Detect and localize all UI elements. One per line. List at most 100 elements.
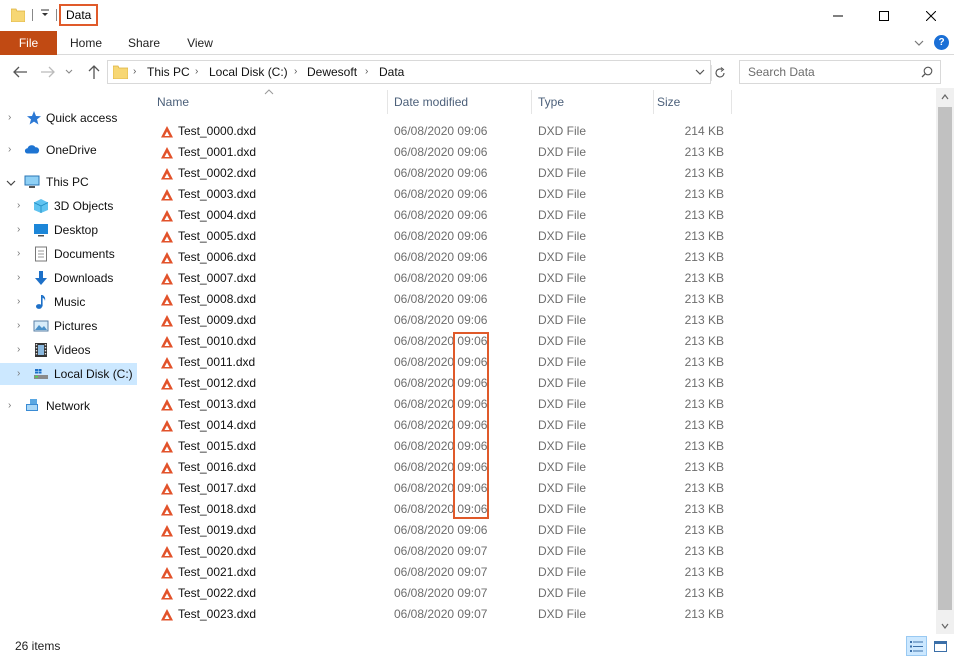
expand-chevron-icon[interactable]: › bbox=[17, 344, 27, 356]
table-row[interactable]: Test_0015.dxd 06/08/2020 09:06 DXD File 213… bbox=[138, 436, 936, 457]
sidebar-item-local-disk[interactable]: › Local Disk (C:) bbox=[0, 363, 137, 385]
sidebar-item-desktop[interactable]: › Desktop bbox=[0, 219, 137, 241]
table-row[interactable]: Test_0007.dxd 06/08/2020 09:06 DXD File 213… bbox=[138, 268, 936, 289]
file-type: DXD File bbox=[538, 208, 587, 222]
help-icon[interactable]: ? bbox=[934, 35, 949, 50]
minimize-button[interactable] bbox=[815, 0, 861, 31]
up-button[interactable] bbox=[84, 63, 104, 81]
table-row[interactable]: Test_0016.dxd 06/08/2020 09:06 DXD File 213… bbox=[138, 457, 936, 478]
file-date-modified: 06/08/2020 09:06 bbox=[394, 439, 488, 453]
refresh-button[interactable] bbox=[711, 65, 728, 81]
table-row[interactable]: Test_0019.dxd 06/08/2020 09:06 DXD File 213… bbox=[138, 520, 936, 541]
sidebar-item-this-pc[interactable]: This PC bbox=[0, 171, 137, 193]
scroll-up-button[interactable] bbox=[936, 88, 954, 105]
breadcrumb-dewesoft[interactable]: Dewesoft bbox=[307, 61, 357, 83]
table-row[interactable]: Test_0010.dxd 06/08/2020 09:06 DXD File 213… bbox=[138, 331, 936, 352]
expand-chevron-icon[interactable]: › bbox=[8, 144, 18, 156]
table-row[interactable]: Test_0004.dxd 06/08/2020 09:06 DXD File 213… bbox=[138, 205, 936, 226]
table-row[interactable]: Test_0023.dxd 06/08/2020 09:07 DXD File 213… bbox=[138, 604, 936, 625]
tab-view[interactable]: View bbox=[178, 31, 222, 55]
table-row[interactable]: Test_0003.dxd 06/08/2020 09:06 DXD File 213… bbox=[138, 184, 936, 205]
title-bar: Data bbox=[0, 0, 954, 31]
table-row[interactable]: Test_0002.dxd 06/08/2020 09:06 DXD File 213… bbox=[138, 163, 936, 184]
file-type: DXD File bbox=[538, 502, 587, 516]
breadcrumb-chevron-icon[interactable]: › bbox=[195, 61, 198, 83]
column-divider[interactable] bbox=[731, 90, 732, 114]
details-view-button[interactable] bbox=[906, 636, 927, 656]
column-header-date[interactable]: Date modified bbox=[375, 88, 531, 116]
expand-chevron-icon[interactable]: › bbox=[8, 112, 18, 124]
sidebar-item-downloads[interactable]: › Downloads bbox=[0, 267, 137, 289]
file-date-modified: 06/08/2020 09:06 bbox=[394, 271, 488, 285]
table-row[interactable]: Test_0013.dxd 06/08/2020 09:06 DXD File 213… bbox=[138, 394, 936, 415]
table-row[interactable]: Test_0018.dxd 06/08/2020 09:06 DXD File 213… bbox=[138, 499, 936, 520]
address-bar[interactable]: › This PC › Local Disk (C:) › Dewesoft ›… bbox=[107, 60, 725, 84]
sidebar-item-quick-access[interactable]: › Quick access bbox=[0, 107, 137, 129]
breadcrumb-chevron-icon[interactable]: › bbox=[365, 61, 368, 83]
expand-ribbon-icon[interactable] bbox=[913, 37, 925, 49]
collapse-chevron-icon[interactable] bbox=[6, 177, 16, 189]
column-header-type[interactable]: Type bbox=[519, 88, 653, 116]
file-name: Test_0002.dxd bbox=[178, 166, 257, 180]
status-bar: 26 items bbox=[0, 634, 954, 658]
table-row[interactable]: Test_0017.dxd 06/08/2020 09:06 DXD File 213… bbox=[138, 478, 936, 499]
table-row[interactable]: Test_0012.dxd 06/08/2020 09:06 DXD File 213… bbox=[138, 373, 936, 394]
table-row[interactable]: Test_0014.dxd 06/08/2020 09:06 DXD File 213… bbox=[138, 415, 936, 436]
table-row[interactable]: Test_0001.dxd 06/08/2020 09:06 DXD File 213… bbox=[138, 142, 936, 163]
sidebar-item-label: This PC bbox=[46, 175, 89, 189]
expand-chevron-icon[interactable]: › bbox=[8, 400, 18, 412]
forward-button[interactable] bbox=[38, 63, 58, 81]
breadcrumb-data[interactable]: Data bbox=[379, 61, 404, 83]
table-row[interactable]: Test_0021.dxd 06/08/2020 09:07 DXD File 213… bbox=[138, 562, 936, 583]
search-input[interactable]: Search Data bbox=[739, 60, 941, 84]
expand-chevron-icon[interactable]: › bbox=[17, 272, 27, 284]
sidebar-item-videos[interactable]: › Videos bbox=[0, 339, 137, 361]
table-row[interactable]: Test_0008.dxd 06/08/2020 09:06 DXD File 213… bbox=[138, 289, 936, 310]
expand-chevron-icon[interactable]: › bbox=[17, 224, 27, 236]
column-header-size[interactable]: Size bbox=[638, 88, 732, 116]
table-row[interactable]: Test_0020.dxd 06/08/2020 09:07 DXD File 213… bbox=[138, 541, 936, 562]
address-dropdown-icon[interactable] bbox=[695, 66, 705, 78]
expand-chevron-icon[interactable]: › bbox=[17, 248, 27, 260]
sidebar-item-3d-objects[interactable]: › 3D Objects bbox=[0, 195, 137, 217]
sidebar-item-documents[interactable]: › Documents bbox=[0, 243, 137, 265]
table-row[interactable]: Test_0009.dxd 06/08/2020 09:06 DXD File 213… bbox=[138, 310, 936, 331]
tab-share[interactable]: Share bbox=[121, 31, 167, 55]
table-row[interactable]: Test_0022.dxd 06/08/2020 09:07 DXD File 213… bbox=[138, 583, 936, 604]
sidebar-item-music[interactable]: › Music bbox=[0, 291, 137, 313]
vertical-scrollbar[interactable] bbox=[936, 88, 954, 634]
search-icon[interactable] bbox=[921, 66, 933, 78]
tab-file[interactable]: File bbox=[0, 31, 57, 55]
table-row[interactable]: Test_0011.dxd 06/08/2020 09:06 DXD File 213… bbox=[138, 352, 936, 373]
table-row[interactable]: Test_0005.dxd 06/08/2020 09:06 DXD File 213… bbox=[138, 226, 936, 247]
sidebar-item-network[interactable]: › Network bbox=[0, 395, 137, 417]
maximize-button[interactable] bbox=[861, 0, 907, 31]
expand-chevron-icon[interactable]: › bbox=[17, 296, 27, 308]
recent-locations-chevron-icon[interactable] bbox=[62, 63, 76, 81]
tab-home[interactable]: Home bbox=[61, 31, 111, 55]
table-row[interactable]: Test_0006.dxd 06/08/2020 09:06 DXD File 213… bbox=[138, 247, 936, 268]
sidebar-item-pictures[interactable]: › Pictures bbox=[0, 315, 137, 337]
table-row[interactable]: Test_0024.dxd 06/08/2020 09:07 DXD File 213… bbox=[138, 625, 936, 628]
table-row[interactable]: Test_0000.dxd 06/08/2020 09:06 DXD File 214… bbox=[138, 121, 936, 142]
expand-chevron-icon[interactable]: › bbox=[17, 200, 27, 212]
breadcrumb-local-disk[interactable]: Local Disk (C:) bbox=[209, 61, 288, 83]
computer-icon bbox=[24, 175, 40, 188]
dxd-file-icon bbox=[161, 441, 173, 453]
expand-chevron-icon[interactable]: › bbox=[17, 320, 27, 332]
breadcrumb-chevron-icon[interactable]: › bbox=[133, 61, 136, 83]
scroll-down-button[interactable] bbox=[936, 617, 954, 634]
breadcrumb-this-pc[interactable]: This PC bbox=[147, 61, 190, 83]
large-icons-view-button[interactable] bbox=[930, 636, 951, 656]
scrollbar-thumb[interactable] bbox=[938, 107, 952, 610]
column-header-name[interactable]: Name bbox=[138, 88, 388, 116]
expand-chevron-icon[interactable]: › bbox=[17, 368, 27, 380]
quick-access-dropdown-icon[interactable] bbox=[38, 7, 52, 23]
sidebar-item-onedrive[interactable]: › OneDrive bbox=[0, 139, 137, 161]
back-button[interactable] bbox=[10, 63, 30, 81]
breadcrumb-chevron-icon[interactable]: › bbox=[294, 61, 297, 83]
file-date-modified: 06/08/2020 09:06 bbox=[394, 376, 488, 390]
close-button[interactable] bbox=[908, 0, 954, 31]
file-date-modified: 06/08/2020 09:06 bbox=[394, 208, 488, 222]
file-size: 213 KB bbox=[684, 313, 724, 327]
